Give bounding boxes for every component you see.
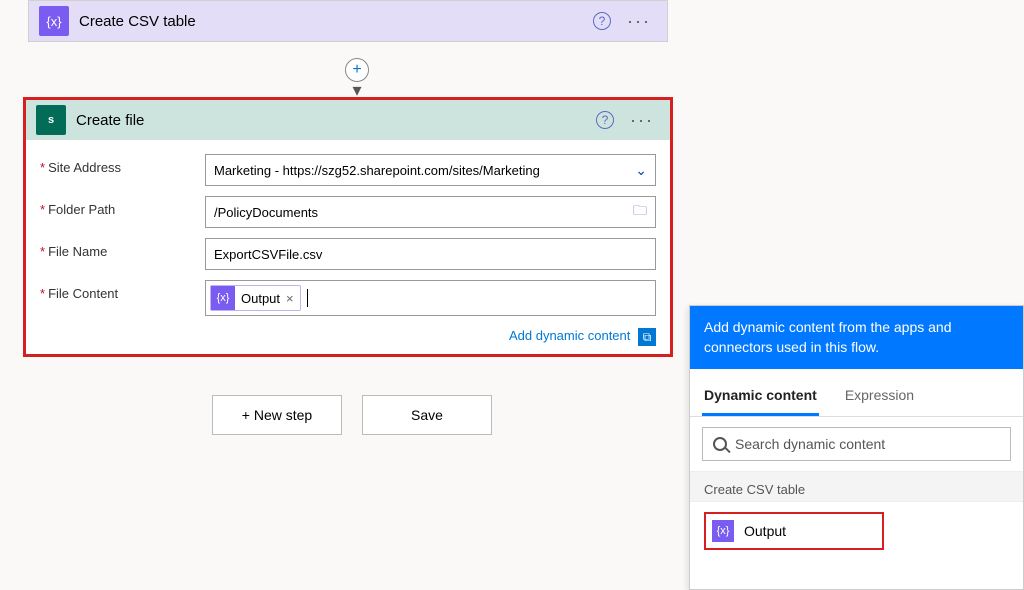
field-folder-path: Folder Path /PolicyDocuments 🗀 [40,196,656,228]
card-header[interactable]: s Create file ? ··· [26,100,670,140]
item-label: Output [744,523,786,539]
file-content-input[interactable]: {x} Output × [205,280,656,316]
add-step-inline-button[interactable]: + [345,58,369,82]
dynamic-token-output[interactable]: {x} Output × [210,285,301,311]
file-name-input[interactable]: ExportCSVFile.csv [205,238,656,270]
dynamic-content-panel: Add dynamic content from the apps and co… [689,305,1024,590]
remove-token-button[interactable]: × [286,291,294,306]
tab-dynamic-content[interactable]: Dynamic content [702,377,819,416]
help-icon[interactable]: ? [596,111,614,129]
text-cursor [307,289,308,307]
connector: + ▾ [345,40,369,101]
folder-path-input[interactable]: /PolicyDocuments 🗀 [205,196,656,228]
token-label: Output [241,291,280,306]
save-button[interactable]: Save [362,395,492,435]
dynamic-item-output[interactable]: {x} Output [704,512,884,550]
panel-heading: Add dynamic content from the apps and co… [690,306,1023,369]
action-card-create-file: s Create file ? ··· Site Address Marketi… [23,97,673,357]
field-file-content: File Content {x} Output × [40,280,656,316]
field-label: Site Address [40,154,205,175]
help-icon[interactable]: ? [593,12,611,30]
folder-picker-icon[interactable]: 🗀 [633,200,647,224]
search-input[interactable]: Search dynamic content [702,427,1011,461]
dynamic-content-row: Add dynamic content ⧉ [40,326,656,346]
card-title: Create CSV table [79,13,196,30]
card-header[interactable]: {x} Create CSV table ? ··· [29,1,667,41]
field-value: /PolicyDocuments [214,205,318,220]
search-icon [713,437,727,451]
expand-icon[interactable]: ⧉ [638,328,656,346]
field-label: File Name [40,238,205,259]
field-value: ExportCSVFile.csv [214,247,322,262]
card-title: Create file [76,112,144,129]
card-body: Site Address Marketing - https://szg52.s… [26,140,670,354]
field-file-name: File Name ExportCSVFile.csv [40,238,656,270]
search-placeholder: Search dynamic content [735,436,885,452]
content-group-title: Create CSV table [690,471,1023,502]
card-menu-button[interactable]: ··· [621,11,657,32]
sharepoint-icon: s [36,105,66,135]
field-value: Marketing - https://szg52.sharepoint.com… [214,163,540,178]
variable-icon: {x} [211,286,235,310]
panel-tabs: Dynamic content Expression [690,377,1023,417]
site-address-dropdown[interactable]: Marketing - https://szg52.sharepoint.com… [205,154,656,186]
flow-actions: + New step Save [212,395,492,435]
chevron-down-icon: ⌄ [635,162,647,179]
field-label: File Content [40,280,205,301]
action-card-create-csv: {x} Create CSV table ? ··· [28,0,668,42]
add-dynamic-content-link[interactable]: Add dynamic content [509,328,630,343]
tab-expression[interactable]: Expression [843,377,916,416]
new-step-button[interactable]: + New step [212,395,342,435]
field-site-address: Site Address Marketing - https://szg52.s… [40,154,656,186]
field-label: Folder Path [40,196,205,217]
variable-icon: {x} [712,520,734,542]
variable-icon: {x} [39,6,69,36]
card-menu-button[interactable]: ··· [624,110,660,131]
